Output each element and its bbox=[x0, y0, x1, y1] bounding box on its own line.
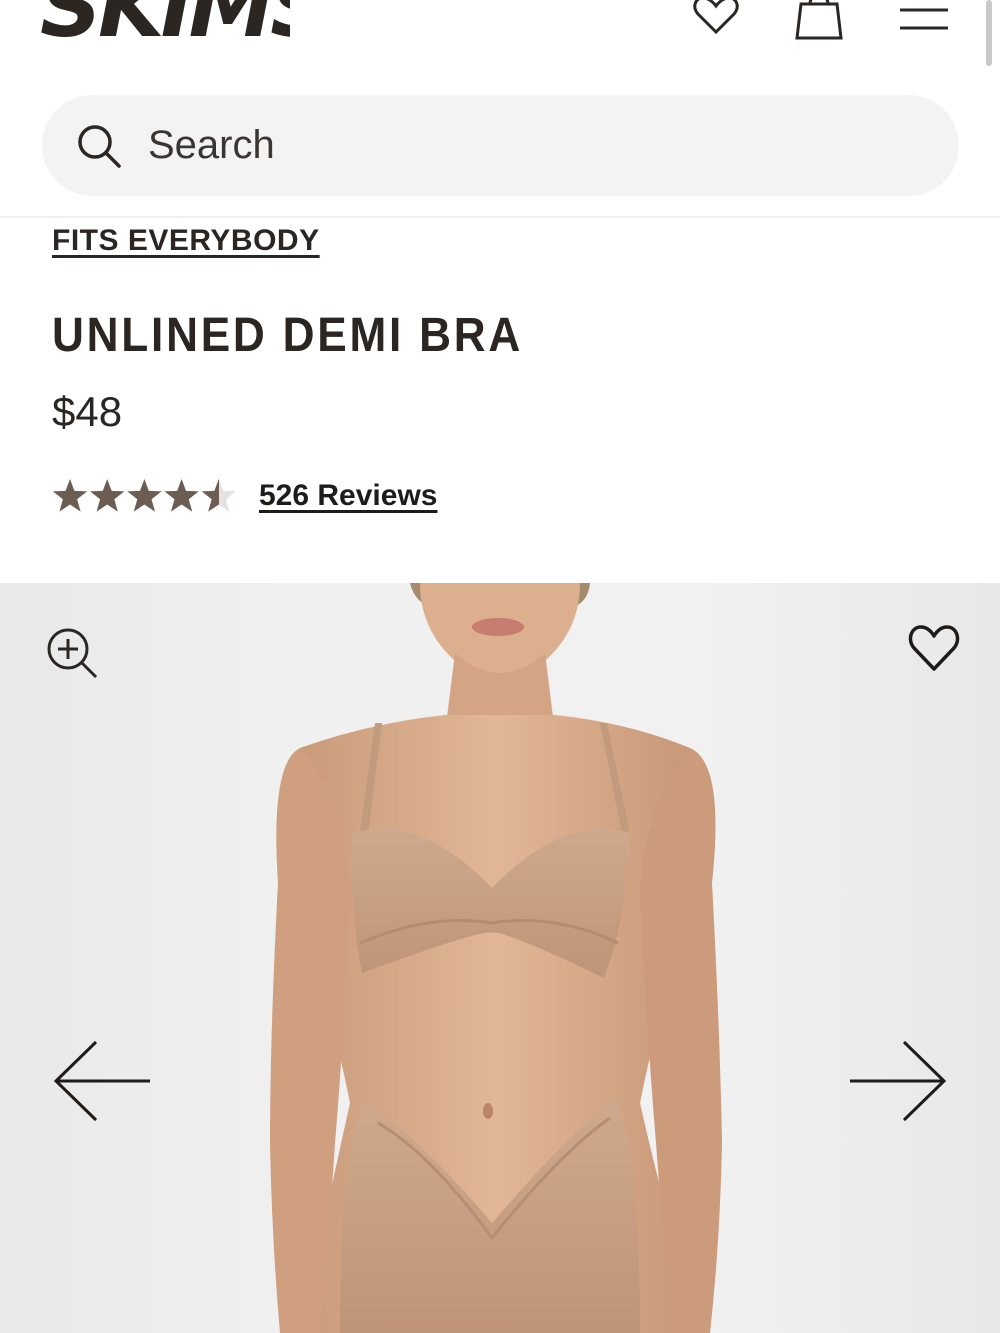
heart-icon[interactable] bbox=[690, 0, 742, 38]
product-image bbox=[270, 583, 722, 1333]
scrollbar[interactable] bbox=[986, 0, 992, 66]
zoom-in-icon[interactable] bbox=[46, 627, 100, 681]
rating-row: 526 Reviews bbox=[52, 474, 437, 518]
product-image-gallery[interactable] bbox=[0, 583, 1000, 1333]
arrow-left-icon[interactable] bbox=[52, 1039, 152, 1123]
collection-link[interactable]: FITS EVERYBODY bbox=[52, 224, 320, 258]
star-icon bbox=[127, 479, 162, 512]
star-icon bbox=[90, 479, 125, 512]
reviews-link[interactable]: 526 Reviews bbox=[259, 479, 437, 513]
star-rating-fill bbox=[52, 474, 219, 518]
search-icon bbox=[78, 124, 121, 168]
menu-icon[interactable] bbox=[898, 4, 950, 34]
star-icon bbox=[201, 479, 219, 512]
star-rating[interactable] bbox=[52, 474, 238, 518]
arrow-right-icon[interactable] bbox=[848, 1039, 948, 1123]
star-icon bbox=[164, 479, 199, 512]
product-title: UNLINED DEMI BRA bbox=[52, 309, 524, 362]
site-header: SKIMS bbox=[0, 0, 1000, 218]
svg-text:SKIMS: SKIMS bbox=[40, 0, 290, 42]
product-price: $48 bbox=[52, 388, 123, 435]
shopping-bag-icon[interactable] bbox=[792, 0, 846, 42]
favorite-heart-icon[interactable] bbox=[906, 623, 962, 675]
star-icon bbox=[52, 479, 88, 512]
search-bar[interactable] bbox=[42, 95, 959, 196]
logo[interactable]: SKIMS bbox=[40, 0, 290, 42]
search-input[interactable] bbox=[146, 122, 850, 169]
